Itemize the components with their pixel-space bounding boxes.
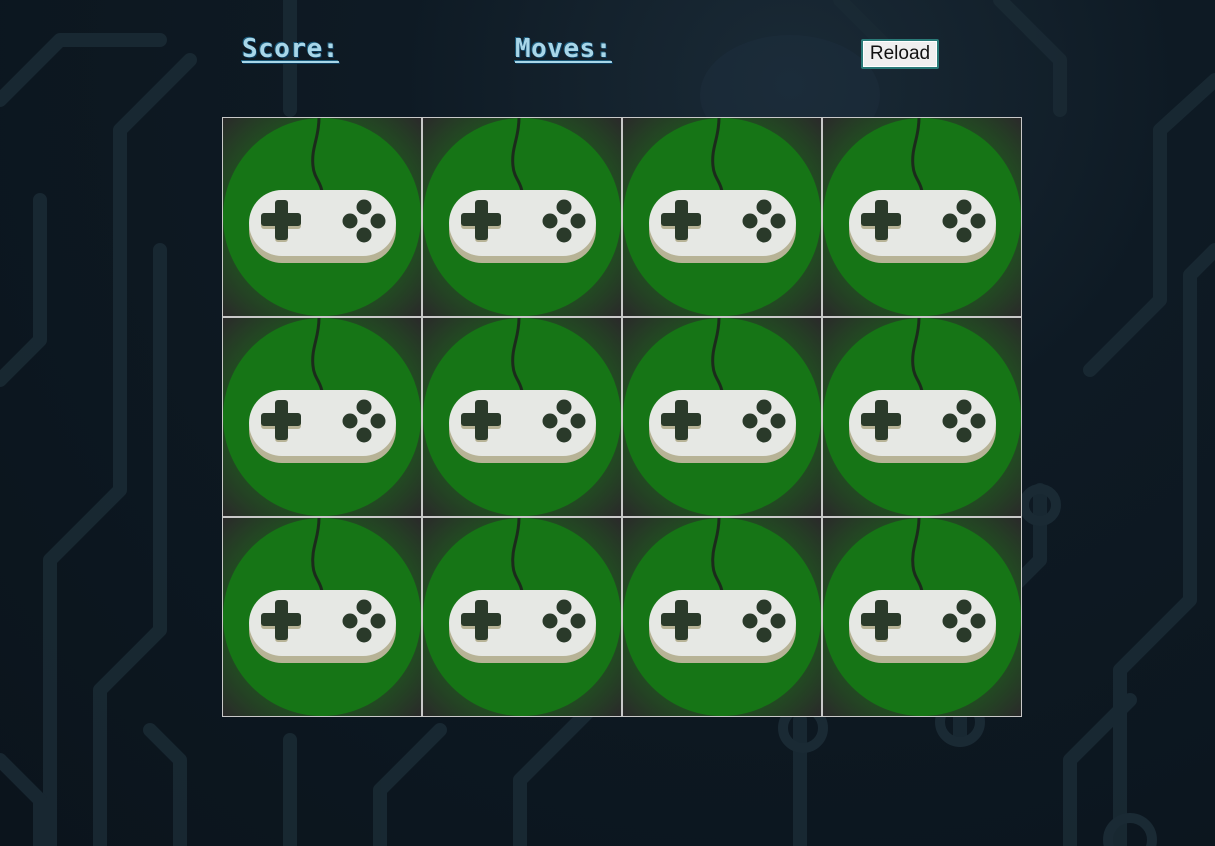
gamepad-icon <box>423 518 621 716</box>
gamepad-icon <box>823 518 1021 716</box>
gamepad-icon <box>823 318 1021 516</box>
gamepad-icon <box>823 118 1021 316</box>
memory-card[interactable] <box>622 117 822 317</box>
gamepad-icon <box>623 118 821 316</box>
memory-card[interactable] <box>822 517 1022 717</box>
memory-card[interactable] <box>622 517 822 717</box>
gamepad-icon <box>623 318 821 516</box>
moves-label: Moves: <box>515 34 612 64</box>
memory-card[interactable] <box>822 317 1022 517</box>
gamepad-icon <box>223 518 421 716</box>
gamepad-icon <box>623 518 821 716</box>
hud-bar: Score: Moves: Reload <box>0 30 1215 80</box>
memory-card[interactable] <box>222 317 422 517</box>
memory-card[interactable] <box>422 117 622 317</box>
memory-card[interactable] <box>222 117 422 317</box>
memory-card[interactable] <box>622 317 822 517</box>
memory-card[interactable] <box>222 517 422 717</box>
score-label: Score: <box>242 34 339 64</box>
gamepad-icon <box>423 118 621 316</box>
reload-button[interactable]: Reload <box>861 39 939 69</box>
gamepad-icon <box>423 318 621 516</box>
memory-card[interactable] <box>822 117 1022 317</box>
memory-card[interactable] <box>422 317 622 517</box>
gamepad-icon <box>223 318 421 516</box>
game-board <box>222 117 1022 717</box>
memory-card[interactable] <box>422 517 622 717</box>
gamepad-icon <box>223 118 421 316</box>
